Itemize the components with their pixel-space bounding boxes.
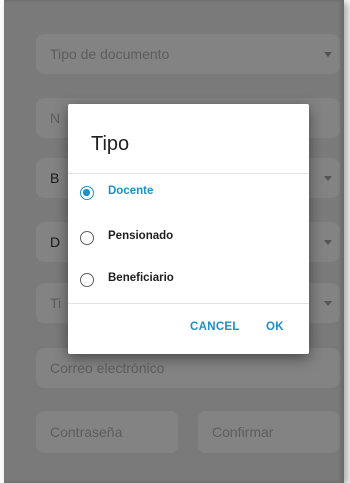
dialog-divider-top xyxy=(68,173,309,174)
document-type-placeholder: Tipo de documento xyxy=(50,46,170,62)
chevron-down-icon xyxy=(324,52,332,57)
document-type-dropdown[interactable]: Tipo de documento xyxy=(36,34,340,74)
option-beneficiario[interactable]: Beneficiario xyxy=(80,262,300,298)
ok-button[interactable]: OK xyxy=(266,321,284,333)
chevron-down-icon xyxy=(324,240,332,245)
option-pensionado-label: Pensionado xyxy=(108,230,174,242)
email-field[interactable]: Correo electrónico xyxy=(36,348,340,388)
dialog-title: Tipo xyxy=(91,133,130,155)
chevron-down-icon xyxy=(324,176,332,181)
email-placeholder: Correo electrónico xyxy=(50,360,165,376)
confirm-password-placeholder: Confirmar xyxy=(212,424,274,440)
option-pensionado[interactable]: Pensionado xyxy=(80,220,300,256)
radio-unselected-icon[interactable] xyxy=(80,273,94,287)
type-selection-dialog: Tipo Docente Pensionado Beneficiario CAN… xyxy=(68,104,309,354)
cancel-button[interactable]: CANCEL xyxy=(190,321,240,333)
app-screen: Tipo de documento N B D Ti Correo electr… xyxy=(4,0,344,483)
selection-dropdown-1-value: B xyxy=(50,170,60,186)
selection-dropdown-2-value: D xyxy=(50,234,61,250)
type-dropdown-placeholder: Ti xyxy=(50,295,62,311)
option-docente-label: Docente xyxy=(108,185,154,197)
document-number-placeholder: N xyxy=(50,110,61,126)
password-field[interactable]: Contraseña xyxy=(36,411,178,453)
option-beneficiario-label: Beneficiario xyxy=(108,272,174,284)
option-docente[interactable]: Docente xyxy=(80,175,300,211)
radio-selected-icon[interactable] xyxy=(80,186,94,200)
chevron-down-icon xyxy=(324,301,332,306)
radio-unselected-icon[interactable] xyxy=(80,231,94,245)
password-placeholder: Contraseña xyxy=(50,424,123,440)
dialog-divider-bottom xyxy=(68,303,309,304)
confirm-password-field[interactable]: Confirmar xyxy=(198,411,340,453)
